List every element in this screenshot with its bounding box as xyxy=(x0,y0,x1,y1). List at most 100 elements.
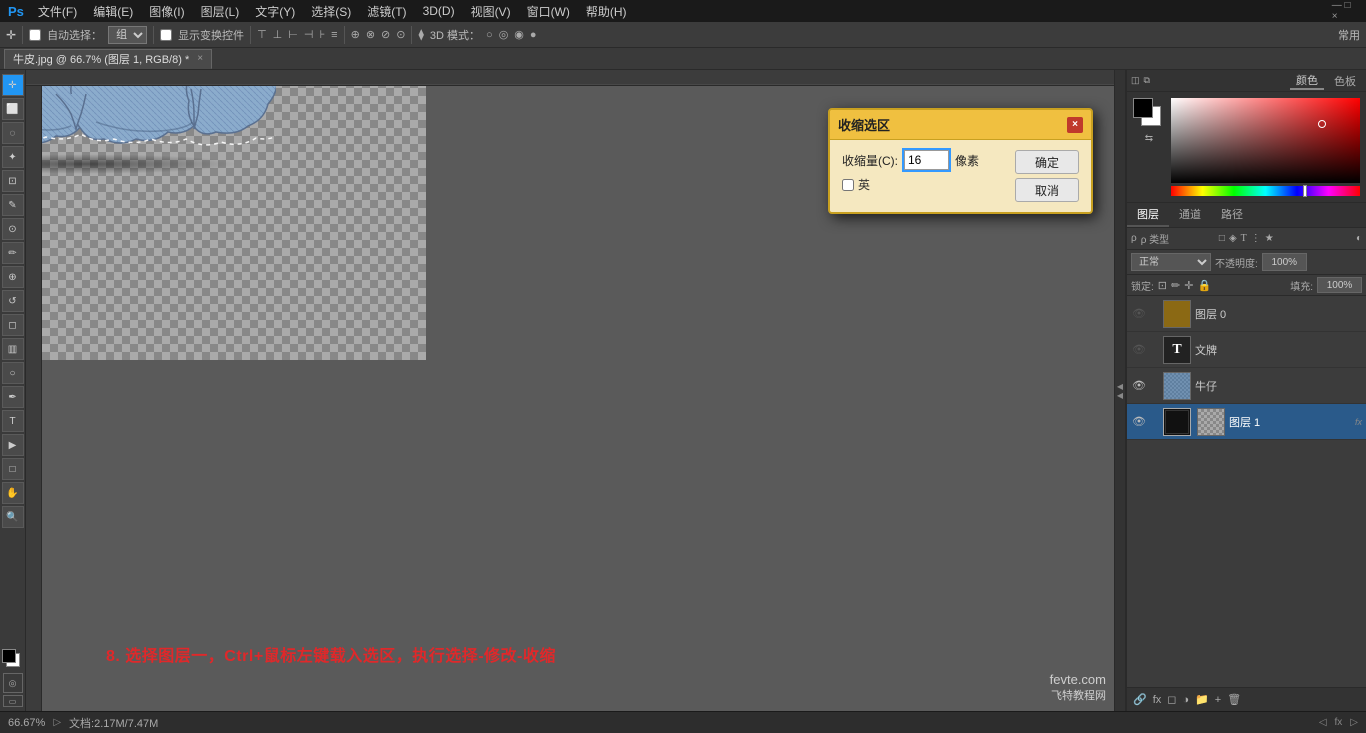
fx-icon[interactable]: fx xyxy=(1335,717,1343,728)
layers-tab[interactable]: 图层 xyxy=(1127,203,1169,227)
layer-item-1[interactable]: 👁 T 文牌 xyxy=(1127,332,1366,368)
brush-tool[interactable]: ✏ xyxy=(2,242,24,264)
blend-mode-select[interactable]: 正常 xyxy=(1131,253,1211,271)
layer-visibility-eye-2[interactable]: 👁 xyxy=(1131,378,1147,394)
doc-tab-close[interactable]: × xyxy=(197,53,203,64)
layer-link-btn[interactable]: 🔗 xyxy=(1133,693,1147,706)
paths-tab[interactable]: 路径 xyxy=(1211,203,1253,227)
show-controls-checkbox[interactable] xyxy=(160,29,172,41)
move-tool[interactable]: ✛ xyxy=(2,74,24,96)
nav-left-icon[interactable]: ◁ xyxy=(1319,717,1327,728)
swatch-tab-label[interactable]: 色板 xyxy=(1328,73,1362,89)
auto-select-dropdown[interactable]: 组 xyxy=(108,26,147,44)
crop-tool[interactable]: ⊡ xyxy=(2,170,24,192)
menu-edit[interactable]: 编辑(E) xyxy=(85,1,141,22)
nav-right-icon[interactable]: ▷ xyxy=(1350,717,1358,728)
wand-tool[interactable]: ✦ xyxy=(2,146,24,168)
layer-style-btn[interactable]: fx xyxy=(1153,694,1162,706)
auto-select-checkbox[interactable] xyxy=(29,29,41,41)
menu-3d[interactable]: 3D(D) xyxy=(415,2,463,20)
menu-text[interactable]: 文字(Y) xyxy=(247,1,303,22)
menu-layer[interactable]: 图层(L) xyxy=(193,1,248,22)
right-header-icon2[interactable]: ⧉ xyxy=(1144,75,1150,86)
marquee-tool[interactable]: ⬜ xyxy=(2,98,24,120)
layer-visibility-eye-3[interactable]: 👁 xyxy=(1131,414,1147,430)
menu-window[interactable]: 窗口(W) xyxy=(519,1,578,22)
distrib-icon4[interactable]: ⊙ xyxy=(396,28,405,41)
distrib-icon2[interactable]: ⊗ xyxy=(366,28,375,41)
mode-3d-icon[interactable]: ⧫ xyxy=(418,28,423,41)
layer-new-btn[interactable]: + xyxy=(1215,694,1221,706)
shape-tool[interactable]: □ xyxy=(2,458,24,480)
shrink-input[interactable] xyxy=(904,150,949,170)
layer-visibility-eye-1[interactable]: 👁 xyxy=(1131,342,1147,358)
zoom-tool[interactable]: 🔍 xyxy=(2,506,24,528)
layers-icon-adj[interactable]: ◈ xyxy=(1229,233,1237,244)
distrib-icon1[interactable]: ⊕ xyxy=(351,28,360,41)
color-gradient-area[interactable] xyxy=(1171,98,1360,196)
fg-bg-color-swatch[interactable] xyxy=(2,649,24,671)
menu-file[interactable]: 文件(F) xyxy=(30,1,85,22)
lasso-tool[interactable]: ◌ xyxy=(2,122,24,144)
channels-tab[interactable]: 通道 xyxy=(1169,203,1211,227)
align-bottom-icon[interactable]: ⊢ xyxy=(288,28,298,41)
menu-image[interactable]: 图像(I) xyxy=(141,1,192,22)
layers-toggle-icon[interactable]: ◐ xyxy=(1356,233,1362,244)
dodge-tool[interactable]: ○ xyxy=(2,362,24,384)
layer-item-0[interactable]: 👁 图层 0 xyxy=(1127,296,1366,332)
align-right-icon[interactable]: ≡ xyxy=(331,29,337,41)
preview-checkbox[interactable] xyxy=(842,179,854,191)
menu-help[interactable]: 帮助(H) xyxy=(578,1,635,22)
eraser-tool[interactable]: ◻ xyxy=(2,314,24,336)
align-left-icon[interactable]: ⊣ xyxy=(304,28,314,41)
layer-item-2[interactable]: 👁 牛仔 xyxy=(1127,368,1366,404)
layer-adj-btn[interactable]: ◑ xyxy=(1182,694,1189,706)
menu-select[interactable]: 选择(S) xyxy=(303,1,359,22)
hue-slider[interactable] xyxy=(1171,186,1360,196)
clone-tool[interactable]: ⊕ xyxy=(2,266,24,288)
lock-move-icon[interactable]: ✛ xyxy=(1184,279,1193,292)
3d-icon2[interactable]: ◎ xyxy=(499,28,509,41)
path-select-tool[interactable]: ▶ xyxy=(2,434,24,456)
color-tab-label[interactable]: 颜色 xyxy=(1290,72,1324,90)
layer-mask-btn[interactable]: ◻ xyxy=(1167,693,1176,706)
align-top-icon[interactable]: ⊤ xyxy=(257,28,267,41)
lock-paint-icon[interactable]: ✏ xyxy=(1171,279,1180,292)
distrib-icon3[interactable]: ⊘ xyxy=(381,28,390,41)
menu-view[interactable]: 视图(V) xyxy=(463,1,519,22)
confirm-button[interactable]: 确定 xyxy=(1015,150,1079,174)
panel-collapse-btn[interactable]: ◀◀ xyxy=(1114,70,1126,711)
dialog-close-btn[interactable]: × xyxy=(1067,117,1083,133)
layer-item-3[interactable]: 👁 图层 1 fx xyxy=(1127,404,1366,440)
doc-tab[interactable]: 牛皮.jpg @ 66.7% (图层 1, RGB/8) * × xyxy=(4,49,212,69)
text-tool[interactable]: T xyxy=(2,410,24,432)
pen-tool[interactable]: ✒ xyxy=(2,386,24,408)
lock-transparent-icon[interactable]: ⊡ xyxy=(1158,279,1167,292)
layers-icon-effect[interactable]: ★ xyxy=(1265,233,1274,244)
3d-icon1[interactable]: ○ xyxy=(486,29,493,41)
align-vcenter-icon[interactable]: ⊥ xyxy=(273,28,283,41)
fg-bg-swatch[interactable] xyxy=(1133,98,1165,130)
quick-mask-btn[interactable]: ◎ xyxy=(3,673,23,693)
3d-icon4[interactable]: ● xyxy=(530,29,537,41)
menu-filter[interactable]: 滤镜(T) xyxy=(359,1,414,22)
hand-tool[interactable]: ✋ xyxy=(2,482,24,504)
gradient-tool[interactable]: ▥ xyxy=(2,338,24,360)
layer-group-btn[interactable]: 📁 xyxy=(1195,693,1209,706)
spot-heal-tool[interactable]: ⊙ xyxy=(2,218,24,240)
right-header-icon1[interactable]: ◫ xyxy=(1131,75,1140,86)
layer-visibility-eye-0[interactable]: 👁 xyxy=(1131,306,1147,322)
screen-mode-btn[interactable]: ▭ xyxy=(3,695,23,707)
fill-input[interactable] xyxy=(1317,277,1362,293)
align-hcenter-icon[interactable]: ⊦ xyxy=(319,28,325,41)
eyedropper-tool[interactable]: ✎ xyxy=(2,194,24,216)
layers-icon-pin[interactable]: ⋮ xyxy=(1251,233,1261,244)
cancel-button[interactable]: 取消 xyxy=(1015,178,1079,202)
history-brush-tool[interactable]: ↺ xyxy=(2,290,24,312)
layer-delete-btn[interactable]: 🗑 xyxy=(1227,693,1241,706)
opacity-input[interactable] xyxy=(1262,253,1307,271)
layers-icon-text[interactable]: T xyxy=(1241,233,1247,244)
lock-all-icon[interactable]: 🔒 xyxy=(1197,279,1211,292)
layers-icon-square[interactable]: □ xyxy=(1219,233,1225,244)
3d-icon3[interactable]: ◉ xyxy=(514,28,524,41)
